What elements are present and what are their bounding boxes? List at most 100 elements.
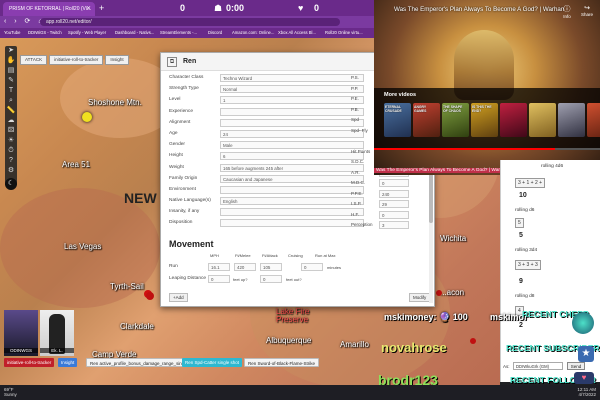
video-thumbnail[interactable] (587, 103, 600, 137)
bookmark-item[interactable]: Xbox All Access Bl... (278, 28, 316, 38)
trophy-icon (572, 312, 594, 334)
location-marker[interactable] (436, 290, 442, 296)
macro-button[interactable]: Ren Sword-of-Black-Flame-Strike (244, 358, 320, 367)
macro-button[interactable]: Ren active_profile_bonus_damage_range_si… (86, 358, 192, 367)
sheet-row: Strength Type Normal (169, 84, 369, 95)
field-input[interactable]: 1 (220, 96, 364, 105)
run-mph-field[interactable]: 16.1 (208, 263, 230, 271)
location-marker[interactable] (82, 112, 92, 122)
run-ft-melee-field[interactable]: 420 (234, 263, 256, 271)
night-mode-icon[interactable]: ☾ (5, 178, 17, 190)
sheet-row: Age 24 (169, 129, 369, 140)
attribute-input[interactable]: 3 (379, 221, 409, 229)
fog-icon[interactable]: ☁ (5, 116, 17, 126)
video-thumbnail[interactable]: ETERNAL CRUSADE (384, 103, 411, 137)
field-input[interactable]: Normal (220, 85, 364, 94)
attribute-input[interactable]: 240 (379, 189, 409, 198)
field-input[interactable]: Techno Wizard (220, 74, 364, 82)
bookmark-item[interactable]: Amazon.com: Online... (232, 28, 274, 38)
macro-button[interactable]: initiative-roll-to-tracker (4, 358, 55, 367)
field-input[interactable] (220, 219, 364, 228)
video-thumbnail[interactable] (529, 103, 556, 137)
modify-button[interactable]: Modify (409, 293, 431, 302)
macro-button[interactable]: Insight (58, 358, 78, 367)
heart-badge-icon: ♥ (574, 372, 594, 384)
field-input[interactable]: English (220, 197, 364, 206)
token-action[interactable]: ATTACK (20, 55, 48, 65)
bookmark-item[interactable]: Dashboard - Nativs... (115, 28, 154, 38)
hand-tool-icon[interactable]: ✋ (5, 56, 17, 66)
new-tab-icon[interactable]: + (99, 2, 104, 14)
field-input[interactable] (220, 208, 364, 217)
location-marker[interactable] (470, 338, 476, 344)
attribute-input[interactable]: 0 (379, 179, 409, 187)
macro-button[interactable]: Ren Spd-Catter single shot (182, 358, 243, 367)
run-label: Run (169, 264, 178, 269)
field-input[interactable]: 165 before augments 245 after (220, 163, 364, 172)
field-label: Age (169, 130, 178, 136)
field-input[interactable] (220, 107, 364, 116)
field-input[interactable]: Male (220, 141, 364, 150)
field-input[interactable]: 6 (220, 152, 364, 161)
draw-tool-icon[interactable]: ✎ (5, 76, 17, 86)
popout-icon[interactable]: ⧉ (167, 57, 177, 67)
bookmark-item[interactable]: Discord (208, 28, 222, 38)
attribute-row: H.F. 0 (351, 210, 431, 221)
field-input[interactable] (220, 185, 364, 194)
attribute-input[interactable]: 0 (379, 210, 409, 219)
browser-tab[interactable]: PRISM OF KETORRAL | Roll20 (Vi... ✕ (3, 2, 95, 16)
settings-icon[interactable]: ⚙ (5, 166, 17, 176)
bookmark-item[interactable]: StreamElements -... (160, 28, 197, 38)
bookmark-item[interactable]: Roll20 Online virtu... (325, 28, 363, 38)
tool-palette: ➤ ✋ ▤ ✎ T ⌕ 📏 ☁ ⚄ ☀ ⏱ ? ⚙ (5, 46, 17, 186)
url-field[interactable]: app.roll20.net/editor/ (40, 18, 340, 26)
help-icon[interactable]: ? (5, 156, 17, 166)
token-action[interactable]: initiative-roll-to-tracker (49, 55, 104, 65)
text-tool-icon[interactable]: T (5, 86, 17, 96)
close-tab-icon[interactable]: ✕ (86, 2, 91, 16)
clock-widget[interactable]: 12:11 AM 4/7/2022 (577, 387, 596, 397)
field-input[interactable] (220, 118, 364, 127)
map-label: Shoshone Mtn. (88, 98, 142, 107)
weather-widget[interactable]: 69°F Sunny (4, 387, 17, 397)
run-max-field[interactable]: 0 (301, 263, 323, 271)
robot-icon: ☗ (214, 3, 223, 13)
bookmark-item[interactable]: Spotify - Web Player (68, 28, 106, 38)
attribute-input[interactable]: 29 (379, 200, 409, 208)
location-marker[interactable] (146, 292, 154, 300)
info-button[interactable]: ⓘ Info (558, 4, 576, 19)
video-thumbnail[interactable] (500, 103, 527, 137)
dice-result: 5 (515, 218, 524, 228)
field-input[interactable]: Caucasian and Japanese (220, 174, 364, 183)
layers-icon[interactable]: ▤ (5, 66, 17, 76)
video-thumbnail[interactable] (558, 103, 585, 137)
video-progress-bar[interactable] (374, 148, 600, 150)
run-ft-attack-field[interactable]: 105 (260, 263, 282, 271)
zoom-icon[interactable]: ⌕ (5, 96, 17, 106)
leap-label: Leaping Distance (169, 276, 207, 281)
leap-up-field[interactable]: 0 (208, 275, 230, 283)
attribute-row: I.S.P. 29 (351, 199, 431, 210)
video-thumbnail[interactable]: THE SHAPE OF CHAOS (442, 103, 469, 137)
add-button[interactable]: +Add (169, 293, 188, 302)
video-title[interactable]: Was The Emperor's Plan Always To Become … (394, 6, 564, 14)
token-action[interactable]: Insight (105, 55, 129, 65)
ruler-icon[interactable]: 📏 (5, 106, 17, 116)
send-button[interactable]: Send (567, 362, 585, 370)
youtube-player[interactable]: Was The Emperor's Plan Always To Become … (374, 0, 600, 175)
video-thumbnail[interactable]: ANGRY GAMES (413, 103, 440, 137)
share-button[interactable]: ↪ Share (578, 4, 596, 17)
chat-line: rolling d6 (515, 208, 535, 213)
light-icon[interactable]: ☀ (5, 136, 17, 146)
select-tool-icon[interactable]: ➤ (5, 46, 17, 56)
attribute-row: M.D.C. 0 (351, 178, 431, 189)
speak-as-select[interactable]: DDIWkuGrk (GM) (513, 362, 563, 370)
video-thumbnail[interactable]: IS THIS THE END? (471, 103, 498, 137)
field-input[interactable]: 24 (220, 129, 364, 138)
leap-out-field[interactable]: 0 (260, 275, 282, 283)
turn-order-icon[interactable]: ⏱ (5, 146, 17, 156)
share-label: Share (580, 12, 593, 17)
bookmark-item[interactable]: DDIWiGS - Twitch (28, 28, 62, 38)
dice-icon[interactable]: ⚄ (5, 126, 17, 136)
bookmark-item[interactable]: YouTube (4, 28, 20, 38)
